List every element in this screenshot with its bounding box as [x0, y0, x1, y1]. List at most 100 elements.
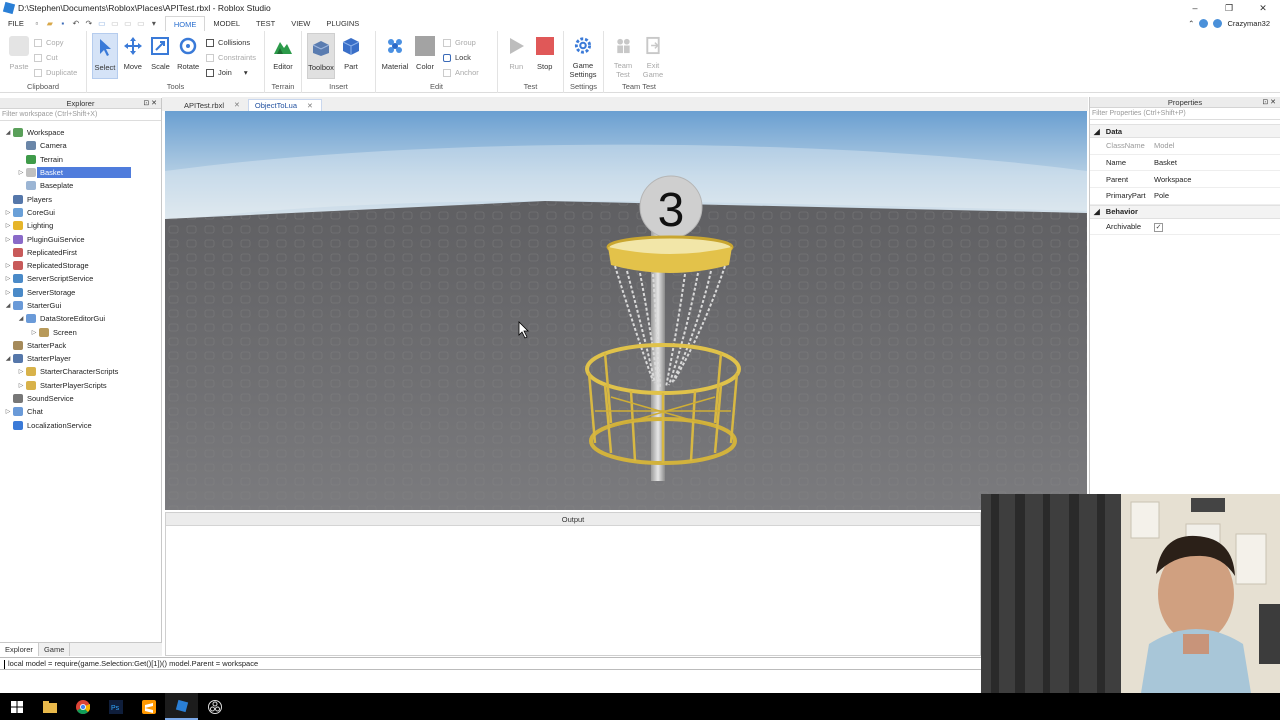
join-button[interactable]: Join ▾	[206, 67, 256, 78]
taskbar-obs[interactable]	[198, 693, 231, 720]
stop-button[interactable]: Stop	[532, 33, 559, 79]
close-tab-icon[interactable]: ✕	[234, 101, 240, 109]
save-icon[interactable]: ▪	[58, 19, 68, 29]
exit-game-button[interactable]: Exit Game	[639, 33, 667, 79]
rotate-tool-button[interactable]: Rotate	[175, 33, 201, 79]
panel-pin-close-icons[interactable]: ⊡ ✕	[143, 98, 157, 109]
tree-item-startergui[interactable]: ◢ StarterGui	[0, 299, 161, 312]
property-row-primarypart[interactable]: PrimaryPart Pole	[1090, 188, 1280, 205]
constraints-button[interactable]: Constraints	[206, 52, 256, 63]
print-icon[interactable]: ▭	[110, 19, 120, 29]
paste-small-icon[interactable]: ▭	[123, 19, 133, 29]
property-row-name[interactable]: Name Basket	[1090, 155, 1280, 172]
tab-home[interactable]: HOME	[164, 15, 206, 32]
tree-item-baseplate[interactable]: Baseplate	[0, 179, 161, 192]
section-data[interactable]: ◢ Data	[1090, 124, 1280, 138]
tree-item-startercharacterscripts[interactable]: ▷ StarterCharacterScripts	[0, 365, 161, 378]
tree-item-localizationservice[interactable]: LocalizationService	[0, 419, 161, 432]
close-tab-icon[interactable]: ✕	[307, 102, 313, 110]
tab-model[interactable]: MODEL	[205, 16, 248, 31]
expand-arrow-icon[interactable]: ▷	[3, 289, 13, 296]
taskbar-chrome[interactable]	[66, 693, 99, 720]
expand-arrow-icon[interactable]: ▷	[29, 329, 39, 336]
tree-item-chat[interactable]: ▷ Chat	[0, 405, 161, 418]
tree-item-replicatedfirst[interactable]: ReplicatedFirst	[0, 246, 161, 259]
doc-tab-apitest[interactable]: APITest.rbxl ✕	[162, 99, 248, 111]
tree-item-serverscriptservice[interactable]: ▷ ServerScriptService	[0, 272, 161, 285]
lock-button[interactable]: Lock	[443, 52, 479, 63]
tree-item-workspace[interactable]: ◢ Workspace	[0, 126, 161, 139]
expand-arrow-icon[interactable]: ▷	[16, 382, 26, 389]
command-bar[interactable]: local model = require(game.Selection:Get…	[0, 657, 981, 670]
cut-button[interactable]: Cut	[34, 52, 77, 63]
user-name[interactable]: Crazyman32	[1227, 19, 1270, 28]
collisions-toggle[interactable]: Collisions	[206, 37, 256, 48]
taskbar-roblox-studio[interactable]	[165, 693, 198, 720]
expand-arrow-icon[interactable]: ▷	[3, 408, 13, 415]
close-button[interactable]: ✕	[1246, 0, 1280, 16]
maximize-button[interactable]: ❐	[1212, 0, 1246, 16]
taskbar-file-explorer[interactable]	[33, 693, 66, 720]
anchor-button[interactable]: Anchor	[443, 67, 479, 78]
expand-arrow-icon[interactable]: ◢	[3, 129, 13, 136]
expand-arrow-icon[interactable]: ▷	[3, 222, 13, 229]
new-file-icon[interactable]: ▫	[32, 19, 42, 29]
tree-item-players[interactable]: Players	[0, 192, 161, 205]
tree-item-soundservice[interactable]: SoundService	[0, 392, 161, 405]
tree-item-datastoreeditorgui[interactable]: ◢ DataStoreEditorGui	[0, 312, 161, 325]
doc-tab-objecttolua[interactable]: ObjectToLua ✕	[247, 99, 322, 111]
help-icon[interactable]	[1213, 19, 1223, 28]
share-icon[interactable]	[1199, 19, 1209, 28]
archivable-checkbox[interactable]: ✓	[1154, 222, 1163, 232]
tab-game[interactable]: Game	[39, 643, 71, 656]
tab-plugins[interactable]: PLUGINS	[318, 16, 367, 31]
customize-icon[interactable]: ▾	[149, 19, 159, 29]
team-test-button[interactable]: Team Test	[609, 33, 637, 79]
taskbar-sublime[interactable]	[132, 693, 165, 720]
tab-explorer[interactable]: Explorer	[0, 643, 39, 656]
tree-item-serverstorage[interactable]: ▷ ServerStorage	[0, 286, 161, 299]
tree-item-terrain[interactable]: Terrain	[0, 153, 161, 166]
property-row-parent[interactable]: Parent Workspace	[1090, 171, 1280, 189]
tree-item-replicatedstorage[interactable]: ▷ ReplicatedStorage	[0, 259, 161, 272]
expand-arrow-icon[interactable]: ▷	[3, 262, 13, 269]
part-button[interactable]: Part	[337, 33, 365, 79]
undo-icon[interactable]: ↶	[71, 19, 81, 29]
copy-button[interactable]: Copy	[34, 37, 77, 48]
tree-item-starterplayer[interactable]: ◢ StarterPlayer	[0, 352, 161, 365]
expand-arrow-icon[interactable]: ▷	[3, 209, 13, 216]
start-button[interactable]	[0, 693, 33, 720]
paste-button[interactable]: Paste	[5, 33, 33, 79]
scale-tool-button[interactable]: Scale	[148, 33, 174, 79]
tree-item-screen[interactable]: ▷ Screen	[0, 325, 161, 338]
tree-item-starterpack[interactable]: StarterPack	[0, 339, 161, 352]
minimize-button[interactable]: –	[1178, 0, 1212, 16]
expand-arrow-icon[interactable]: ◢	[3, 302, 13, 309]
copy-small-icon[interactable]: ▭	[136, 19, 146, 29]
terrain-editor-button[interactable]: Editor	[270, 33, 296, 79]
expand-arrow-icon[interactable]: ▷	[16, 169, 26, 176]
material-button[interactable]: Material	[381, 33, 409, 79]
expand-arrow-icon[interactable]: ▷	[16, 368, 26, 375]
collapse-ribbon-icon[interactable]: ⌃	[1188, 19, 1194, 28]
move-tool-button[interactable]: Move	[120, 33, 146, 79]
explorer-filter-input[interactable]: Filter workspace (Ctrl+Shift+X)	[0, 109, 161, 121]
color-button[interactable]: Color	[411, 33, 439, 79]
select-tool-button[interactable]: Select	[92, 33, 118, 79]
duplicate-button[interactable]: Duplicate	[34, 67, 77, 78]
viewport-scene[interactable]: 3	[165, 111, 1087, 510]
toolbox-button[interactable]: Toolbox	[307, 33, 335, 79]
tree-item-pluginguiservice[interactable]: ▷ PluginGuiService	[0, 232, 161, 245]
section-behavior[interactable]: ◢ Behavior	[1090, 204, 1280, 219]
group-button[interactable]: Group	[443, 37, 479, 48]
expand-arrow-icon[interactable]: ▷	[3, 236, 13, 243]
open-folder-icon[interactable]: ▰	[45, 19, 55, 29]
expand-arrow-icon[interactable]: ▷	[3, 275, 13, 282]
tab-view[interactable]: VIEW	[283, 16, 318, 31]
game-settings-button[interactable]: Game Settings	[569, 33, 597, 79]
expand-arrow-icon[interactable]: ◢	[16, 315, 26, 322]
taskbar-photoshop[interactable]: Ps	[99, 693, 132, 720]
file-menu[interactable]: FILE	[0, 19, 32, 28]
tree-item-coregui[interactable]: ▷ CoreGui	[0, 206, 161, 219]
tree-item-basket[interactable]: ▷ Basket	[0, 166, 161, 179]
